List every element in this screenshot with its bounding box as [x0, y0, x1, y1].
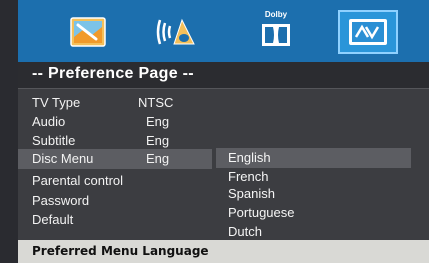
menu-item-label: Parental control — [32, 173, 124, 188]
menu-item-value: Eng — [146, 151, 170, 166]
status-text: Preferred Menu Language — [32, 244, 209, 258]
option-portuguese[interactable]: Portuguese — [228, 205, 295, 220]
option-dutch[interactable]: Dutch — [228, 224, 262, 239]
preference-setup-icon[interactable] — [338, 10, 398, 54]
menu-item-tv-type[interactable]: TV Type NTSC — [18, 93, 218, 111]
audio-setup-icon[interactable] — [146, 10, 206, 54]
page-title: -- Preference Page -- — [32, 65, 194, 82]
menu-item-subtitle[interactable]: Subtitle Eng — [18, 131, 218, 149]
menu-item-default[interactable]: Default — [18, 210, 218, 228]
menu-item-label: Subtitle — [32, 133, 76, 148]
setup-category-bar: Dolby — [18, 0, 429, 65]
menu-item-label: Audio — [32, 114, 66, 129]
status-bar: Preferred Menu Language — [18, 240, 429, 263]
menu-item-value: NTSC — [138, 95, 174, 110]
menu-item-label: Disc Menu — [32, 151, 94, 166]
menu-item-value: Eng — [146, 114, 170, 129]
menu-item-label: TV Type — [32, 95, 81, 110]
menu-item-value: Eng — [146, 133, 170, 148]
option-spanish[interactable]: Spanish — [228, 186, 275, 201]
menu-item-label: Password — [32, 193, 90, 208]
menu-item-disc-menu[interactable]: Disc Menu Eng — [18, 149, 212, 169]
menu-item-audio[interactable]: Audio Eng — [18, 112, 218, 130]
page-header: -- Preference Page -- — [18, 62, 429, 89]
option-english[interactable]: English — [228, 150, 271, 165]
dvd-setup-screen: Dolby -- Preference Page -- TV Type NTSC — [0, 0, 429, 263]
general-setup-icon[interactable] — [58, 10, 118, 54]
option-french[interactable]: French — [228, 169, 268, 184]
menu-item-password[interactable]: Password — [18, 191, 218, 209]
menu-item-label: Default — [32, 212, 74, 227]
dolby-setup-icon[interactable]: Dolby — [246, 10, 306, 54]
menu-item-parental-control[interactable]: Parental control — [18, 171, 218, 189]
left-edge-bar — [0, 0, 18, 263]
